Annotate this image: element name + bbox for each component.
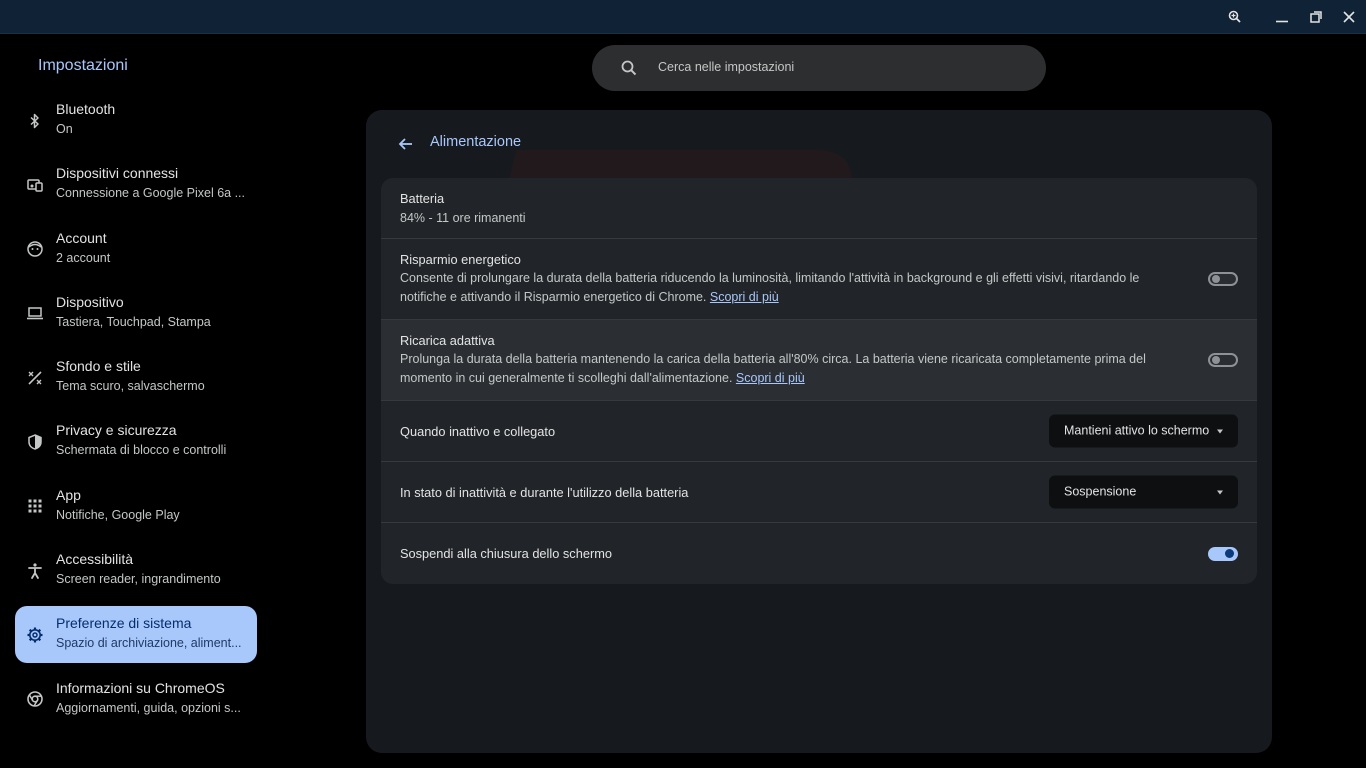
sidebar-item-device[interactable]: Dispositivo Tastiera, Touchpad, Stampa [15,285,257,342]
toggle-knob [1212,275,1220,283]
toggle-knob [1225,549,1234,558]
learn-more-link[interactable]: Scopri di più [710,290,779,304]
gear-icon [26,626,44,644]
adaptive-charging-toggle[interactable] [1208,353,1238,367]
palette-icon [26,369,44,387]
sidebar-item-sub: Schermata di blocco e controlli [56,443,227,458]
sidebar-item-label: App [56,486,81,503]
sleep-lid-title: Sospendi alla chiusura dello schermo [400,546,612,561]
battery-title: Batteria [400,191,445,206]
zoom-icon[interactable] [1218,0,1252,34]
battery-saver-description: Consente di prolungare la durata della b… [400,269,1170,306]
adaptive-charging-row[interactable]: Ricarica adattiva Prolunga la durata del… [381,320,1257,401]
app-title: Impostazioni [38,57,128,74]
sidebar-item-sub: 2 account [56,250,111,265]
sidebar-item-label: Accessibilità [56,551,134,568]
main-panel: Alimentazione Batteria 84% - 11 ore rima… [366,110,1272,753]
idle-battery-row: In stato di inattività e durante l'utili… [381,462,1257,523]
sidebar-item-sub: Tastiera, Touchpad, Stampa [56,314,211,329]
sidebar-item-label: Informazioni su ChromeOS [56,679,225,696]
minimize-icon[interactable] [1265,0,1299,34]
restore-icon[interactable] [1299,0,1333,34]
learn-more-link[interactable]: Scopri di più [736,371,805,385]
sidebar-item-about-chromeos[interactable]: Informazioni su ChromeOS Aggiornamenti, … [15,671,257,728]
bluetooth-icon [26,112,44,130]
search-bar[interactable]: Cerca nelle impostazioni [592,45,1046,91]
sidebar-item-label: Sfondo e stile [56,358,141,375]
sidebar-item-label: Account [56,229,107,246]
close-icon[interactable] [1332,0,1366,34]
sleep-lid-toggle[interactable] [1208,546,1238,561]
adaptive-charging-description: Prolunga la durata della batteria manten… [400,350,1170,387]
sidebar-item-sub: Aggiornamenti, guida, opzioni s... [56,700,241,715]
search-icon [621,60,637,76]
sidebar-item-label: Bluetooth [56,101,116,117]
toggle-knob [1212,356,1220,364]
sidebar-item-bluetooth[interactable]: Bluetooth On [15,92,257,149]
sidebar-item-sub: Notifiche, Google Play [56,507,180,522]
battery-row: Batteria 84% - 11 ore rimanenti [381,178,1257,239]
sidebar-nav: Bluetooth On Dispositivi connessi Connes… [15,92,257,735]
sidebar-item-sub: Connessione a Google Pixel 6a ... [56,186,246,201]
sidebar-item-system-preferences[interactable]: Preferenze di sistema Spazio di archivia… [15,606,257,664]
sidebar-item-accessibility[interactable]: Accessibilità Screen reader, ingrandimen… [15,542,257,599]
sidebar-item-label: Privacy e sicurezza [56,422,177,439]
adaptive-charging-title: Ricarica adattiva [400,333,495,348]
battery-saver-row[interactable]: Risparmio energetico Consente di prolung… [381,239,1257,320]
sleep-lid-row[interactable]: Sospendi alla chiusura dello schermo [381,523,1257,584]
sidebar-item-apps[interactable]: App Notifiche, Google Play [15,478,257,535]
title-bar [0,0,1366,34]
sidebar-item-label: Preferenze di sistema [56,615,192,632]
battery-saver-title: Risparmio energetico [400,252,521,267]
idle-plugged-value: Mantieni attivo lo schermo [1064,423,1210,438]
sidebar-item-sub: Screen reader, ingrandimento [56,572,221,587]
battery-status: 84% - 11 ore rimanenti [400,211,526,225]
search-input[interactable]: Cerca nelle impostazioni [658,60,794,74]
sidebar-item-account[interactable]: Account 2 account [15,221,257,278]
shield-icon [26,433,44,451]
idle-plugged-row: Quando inattivo e collegato Mantieni att… [381,401,1257,462]
accessibility-icon [26,562,44,580]
sidebar-item-sub: Spazio di archiviazione, aliment... [56,636,242,651]
back-arrow-icon[interactable] [396,134,416,154]
sidebar-item-sub: On [56,122,73,136]
idle-plugged-select[interactable]: Mantieni attivo lo schermo [1049,414,1238,448]
page-title: Alimentazione [430,134,522,150]
sidebar-item-label: Dispositivi connessi [56,165,179,182]
sidebar-item-sub: Tema scuro, salvaschermo [56,379,205,394]
power-settings-list: Batteria 84% - 11 ore rimanenti Risparmi… [381,178,1257,584]
chevron-down-icon [1217,490,1223,495]
apps-grid-icon [26,497,44,515]
account-icon [26,240,44,258]
idle-battery-select[interactable]: Sospensione [1049,475,1238,509]
battery-saver-toggle[interactable] [1208,272,1238,286]
chromeos-icon [26,690,44,708]
chevron-down-icon [1217,429,1223,434]
idle-battery-value: Sospensione [1064,484,1137,499]
sidebar-item-label: Dispositivo [56,293,124,310]
sidebar-item-wallpaper-style[interactable]: Sfondo e stile Tema scuro, salvaschermo [15,349,257,406]
sidebar-item-privacy-security[interactable]: Privacy e sicurezza Schermata di blocco … [15,413,257,470]
connected-devices-icon [26,176,44,194]
sidebar-item-connected-devices[interactable]: Dispositivi connessi Connessione a Googl… [15,156,257,213]
laptop-icon [26,304,44,322]
